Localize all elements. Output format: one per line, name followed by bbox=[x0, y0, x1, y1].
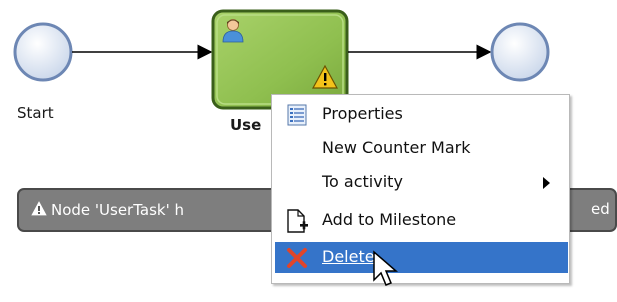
delete-icon bbox=[285, 246, 309, 270]
warning-text-tail: ed bbox=[591, 200, 610, 218]
context-menu: Properties New Counter Mark To activity … bbox=[271, 94, 570, 284]
warning-triangle-icon bbox=[31, 200, 47, 220]
menu-item-label: To activity bbox=[322, 172, 403, 191]
menu-item-new-counter-mark[interactable]: New Counter Mark bbox=[275, 133, 568, 164]
submenu-arrow-icon bbox=[543, 177, 550, 189]
add-to-milestone-icon bbox=[285, 209, 309, 233]
user-task-label: Use bbox=[230, 116, 262, 134]
menu-item-label: New Counter Mark bbox=[322, 138, 471, 157]
properties-icon bbox=[285, 103, 309, 127]
warning-text: Node 'UserTask' h bbox=[51, 201, 185, 219]
mouse-pointer-icon bbox=[373, 250, 399, 286]
menu-item-to-activity[interactable]: To activity bbox=[275, 167, 568, 198]
start-event-label: Start bbox=[17, 104, 54, 122]
end-event[interactable] bbox=[490, 22, 550, 82]
start-event[interactable] bbox=[13, 22, 73, 82]
menu-item-label: Add to Milestone bbox=[322, 210, 457, 229]
menu-item-add-to-milestone[interactable]: Add to Milestone bbox=[275, 205, 568, 236]
menu-item-label: Properties bbox=[322, 104, 403, 123]
menu-item-label: Delete bbox=[322, 247, 375, 266]
menu-item-delete[interactable]: Delete bbox=[275, 242, 568, 273]
menu-item-properties[interactable]: Properties bbox=[275, 99, 568, 130]
